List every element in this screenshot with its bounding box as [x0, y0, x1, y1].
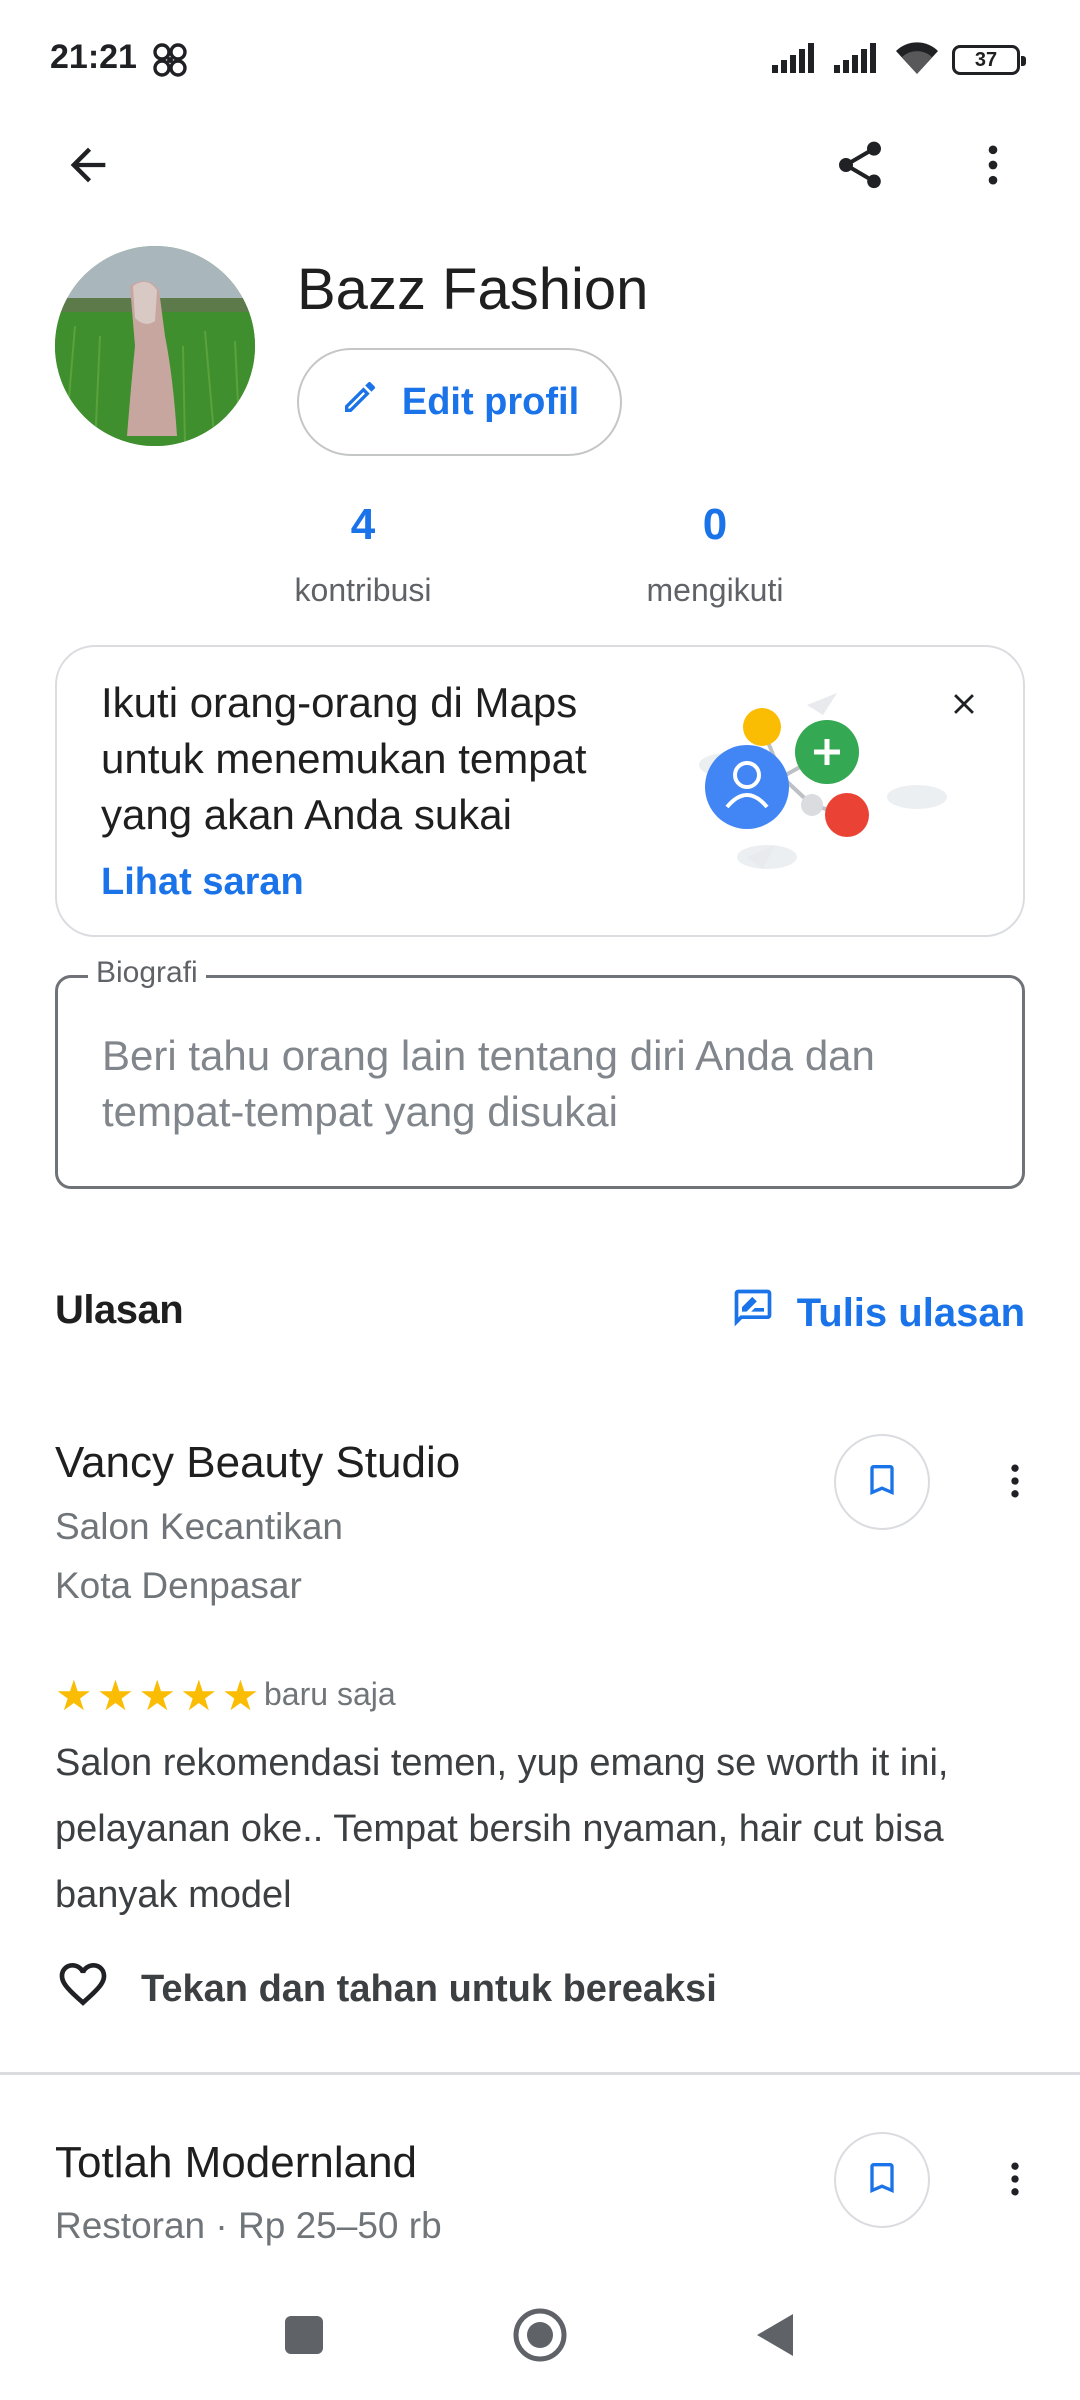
- system-nav-bar: [0, 2290, 1080, 2380]
- review-place-category: Restoran · Rp 25–50 rb: [55, 2205, 442, 2246]
- avatar[interactable]: [55, 246, 255, 446]
- close-icon[interactable]: [929, 669, 999, 739]
- bookmark-icon: [862, 1460, 902, 1505]
- review-time: baru saja: [264, 1676, 396, 1712]
- divider: [0, 2072, 1080, 2075]
- heart-icon: [55, 1956, 111, 2022]
- back-arrow-icon[interactable]: [43, 120, 133, 210]
- home-icon[interactable]: [495, 2290, 585, 2380]
- star-icon: ★: [96, 1672, 135, 1719]
- write-review-label: Tulis ulasan: [796, 1290, 1025, 1335]
- rating-stars: ★ ★ ★ ★ ★: [55, 1675, 259, 1717]
- fan-icon: [150, 40, 190, 80]
- reviews-section-title: Ulasan: [55, 1288, 184, 1332]
- stat-value: 0: [702, 500, 728, 549]
- signal-icon: [772, 42, 820, 78]
- battery-icon: 37: [952, 45, 1026, 75]
- back-nav-icon[interactable]: [730, 2290, 820, 2380]
- more-vert-icon[interactable]: [948, 120, 1038, 210]
- stat-following[interactable]: 0 mengikuti: [595, 500, 835, 609]
- stat-label: mengikuti: [646, 572, 784, 608]
- bio-placeholder: Beri tahu orang lain tentang diri Anda d…: [102, 1032, 875, 1135]
- follow-suggestion-card: Ikuti orang-orang di Maps untuk menemuka…: [55, 645, 1025, 937]
- stat-contributions[interactable]: 4 kontribusi: [243, 500, 483, 609]
- pencil-icon: [340, 377, 380, 427]
- save-place-button[interactable]: [834, 1434, 930, 1530]
- signal-icon: [834, 42, 882, 78]
- bookmark-icon: [862, 2158, 902, 2203]
- save-place-button[interactable]: [834, 2132, 930, 2228]
- app-bar: [0, 120, 1080, 220]
- wifi-icon: [896, 41, 938, 79]
- bio-field[interactable]: Biografi Beri tahu orang lain tentang di…: [55, 956, 1025, 1189]
- review-place-name[interactable]: Totlah Modernland: [55, 2138, 417, 2188]
- review-text: Salon rekomendasi temen, yup emang se wo…: [55, 1742, 949, 1916]
- review-place-category: Salon Kecantikan: [55, 1506, 343, 1547]
- rate-review-icon: [731, 1286, 775, 1340]
- people-network-illustration: [687, 687, 957, 897]
- bio-label: Biografi: [88, 956, 206, 990]
- more-vert-icon[interactable]: [990, 1436, 1040, 1526]
- react-button[interactable]: Tekan dan tahan untuk bereaksi: [55, 1956, 717, 2022]
- edit-profile-button[interactable]: Edit profil: [297, 348, 622, 456]
- more-vert-icon[interactable]: [990, 2134, 1040, 2224]
- status-bar: 21:21 37: [0, 0, 1080, 120]
- suggestion-text: Ikuti orang-orang di Maps untuk menemuka…: [101, 679, 587, 838]
- star-icon: ★: [138, 1672, 176, 1719]
- react-label: Tekan dan tahan untuk bereaksi: [141, 1967, 717, 2010]
- edit-profile-label: Edit profil: [401, 380, 580, 423]
- see-suggestions-link[interactable]: Lihat saran: [101, 861, 304, 904]
- write-review-button[interactable]: Tulis ulasan: [731, 1286, 1025, 1340]
- stat-value: 4: [350, 500, 376, 549]
- star-icon: ★: [179, 1672, 218, 1719]
- share-icon[interactable]: [815, 120, 905, 210]
- profile-name: Bazz Fashion: [297, 257, 649, 322]
- star-icon: ★: [221, 1672, 260, 1719]
- recents-icon[interactable]: [259, 2290, 349, 2380]
- star-icon: ★: [55, 1672, 93, 1719]
- review-place-location: Kota Denpasar: [55, 1565, 302, 1606]
- stat-label: kontribusi: [294, 572, 432, 608]
- status-time: 21:21: [50, 38, 137, 76]
- review-place-name[interactable]: Vancy Beauty Studio: [55, 1438, 460, 1488]
